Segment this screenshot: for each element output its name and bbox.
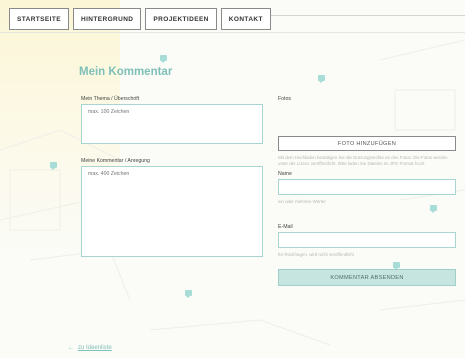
topic-label: Mein Thema / Überschrift	[81, 96, 140, 102]
decor-speech-bubble-icon	[318, 75, 325, 83]
email-label: E-Mail	[278, 224, 293, 230]
page-title: Mein Kommentar	[79, 66, 173, 78]
comment-label: Meine Kommentar / Anregung	[81, 158, 150, 164]
back-link-label: zu Ideenliste	[78, 345, 112, 351]
nav-startseite-button[interactable]: STARTSEITE	[9, 8, 69, 30]
photo-label: Fotos	[278, 96, 291, 102]
decor-speech-bubble-icon	[393, 262, 400, 270]
name-label: Name	[278, 171, 292, 177]
nav-projektideen-button[interactable]: PROJEKTIDEEN	[145, 8, 217, 30]
nav-line	[267, 15, 465, 16]
nav-kontakt-button[interactable]: KONTAKT	[220, 8, 271, 30]
decor-speech-bubble-icon	[185, 290, 192, 298]
decor-speech-bubble-icon	[430, 205, 437, 213]
photo-hint: Mit dem Hochladen bestätigen Sie die Nut…	[278, 155, 448, 166]
main-nav: STARTSEITE HINTERGRUND PROJEKTIDEEN KONT…	[9, 8, 271, 30]
decor-speech-bubble-icon	[50, 162, 57, 170]
name-hint: ein oder mehrere Wörter	[278, 199, 326, 204]
topic-input[interactable]	[81, 104, 263, 144]
comment-input[interactable]	[81, 166, 263, 257]
email-input[interactable]	[278, 232, 456, 248]
header-divider	[0, 32, 465, 33]
email-hint: für Rückfragen, wird nicht veröffentlich…	[278, 252, 354, 257]
back-to-ideas-link[interactable]: ← zu Ideenliste	[68, 345, 112, 351]
submit-comment-button[interactable]: KOMMENTAR ABSENDEN	[278, 269, 456, 286]
add-photo-button[interactable]: FOTO HINZUFÜGEN	[278, 136, 456, 151]
decor-speech-bubble-icon	[160, 55, 167, 63]
arrow-left-icon: ←	[68, 345, 74, 351]
name-input[interactable]	[278, 179, 456, 195]
nav-hintergrund-button[interactable]: HINTERGRUND	[72, 8, 142, 30]
